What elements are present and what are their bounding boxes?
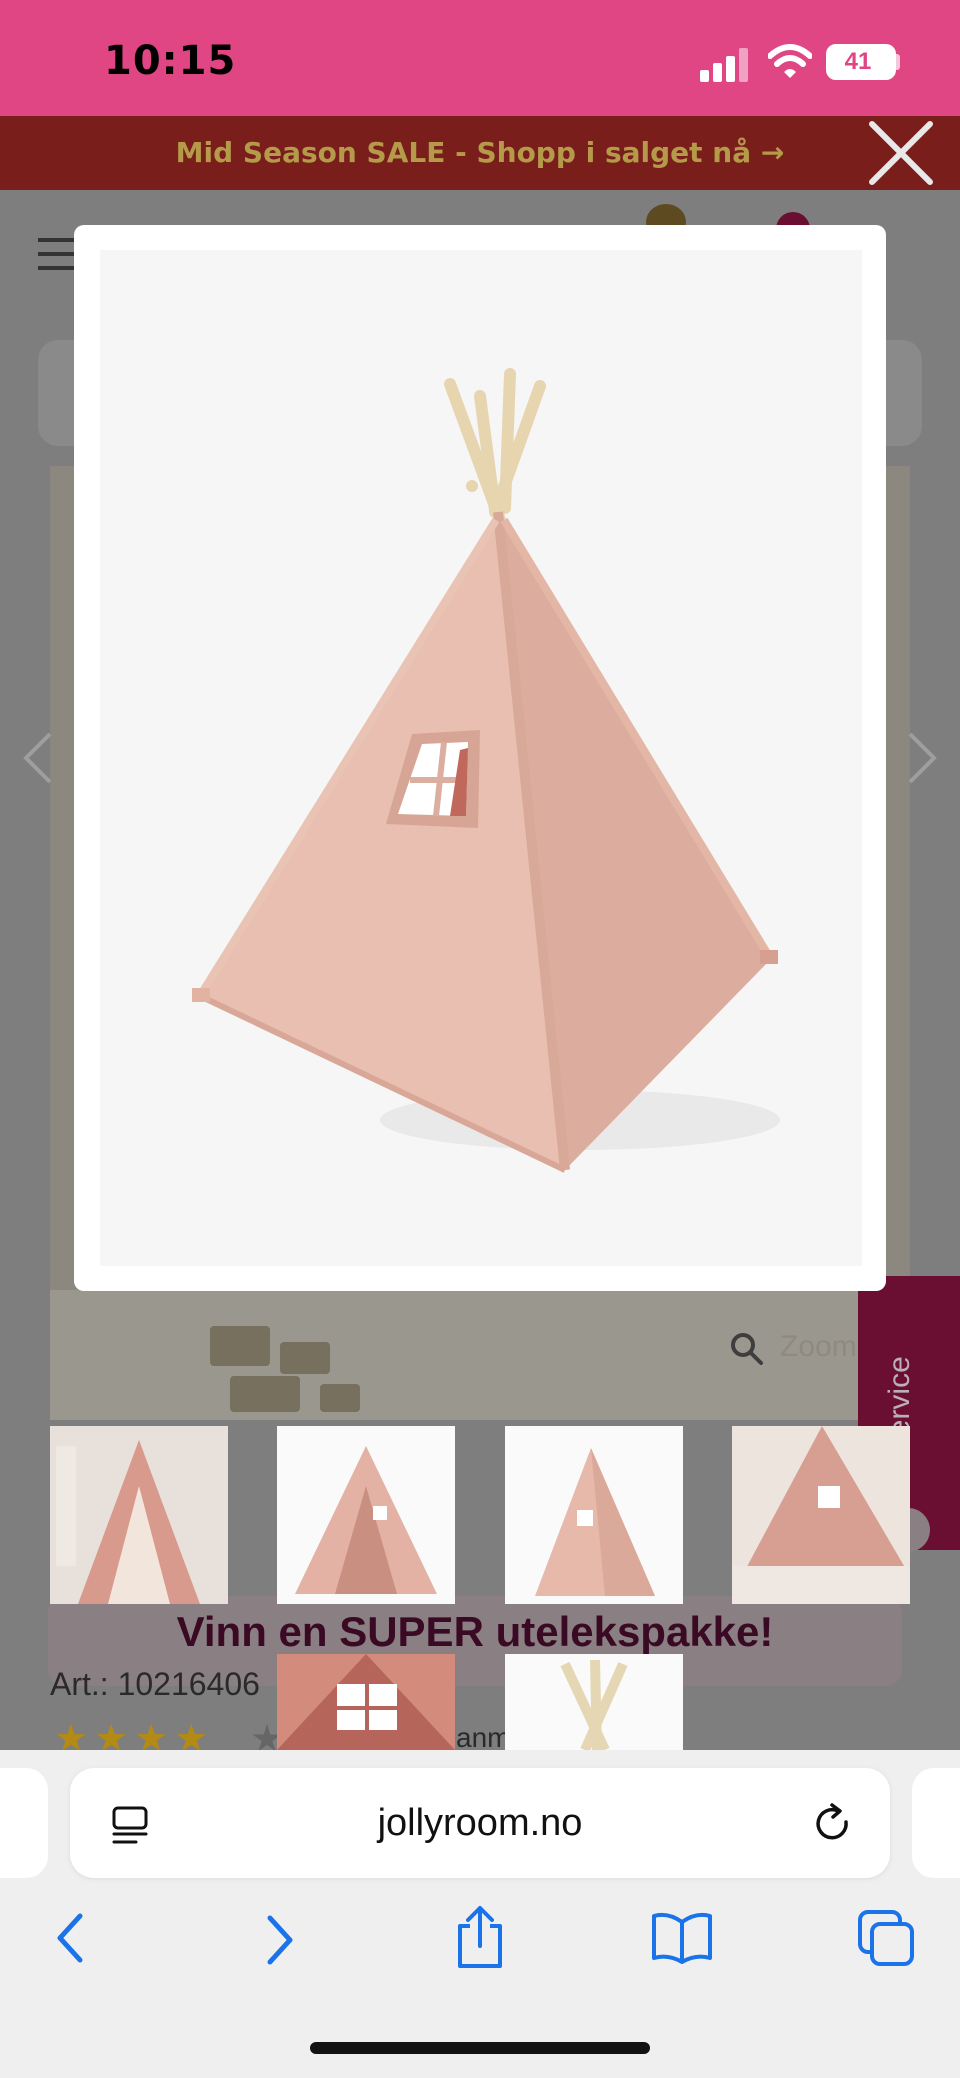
close-icon[interactable] bbox=[864, 116, 938, 190]
sale-banner[interactable]: Mid Season SALE - Shopp i salget nå → bbox=[0, 116, 960, 190]
lightbox-product-image[interactable] bbox=[100, 250, 862, 1266]
next-image-arrow-icon[interactable] bbox=[902, 728, 942, 788]
battery-icon: 41 bbox=[826, 44, 896, 80]
thumbnail-1[interactable] bbox=[50, 1426, 228, 1604]
zoom-label[interactable]: Zoom bbox=[780, 1330, 857, 1364]
wifi-icon bbox=[768, 44, 812, 78]
share-icon[interactable] bbox=[452, 1904, 508, 1970]
sale-banner-text[interactable]: Mid Season SALE - Shopp i salget nå → bbox=[0, 116, 960, 190]
thumbnail-5[interactable] bbox=[277, 1654, 455, 1750]
reload-icon[interactable] bbox=[812, 1802, 856, 1846]
forward-arrow-icon[interactable] bbox=[258, 1912, 302, 1968]
url-text[interactable]: jollyroom.no bbox=[70, 1768, 890, 1878]
status-time: 10:15 bbox=[104, 38, 237, 84]
battery-level: 41 bbox=[844, 48, 872, 75]
home-indicator bbox=[310, 2042, 650, 2054]
thumbnail-3[interactable] bbox=[505, 1426, 683, 1604]
thumbnail-6[interactable] bbox=[505, 1654, 683, 1750]
article-number: Art.: 10216406 bbox=[50, 1666, 260, 1702]
cellular-signal-icon bbox=[700, 48, 750, 82]
bookmarks-icon[interactable] bbox=[650, 1910, 714, 1966]
next-tab-peek[interactable] bbox=[912, 1768, 960, 1878]
previous-image-arrow-icon[interactable] bbox=[18, 728, 58, 788]
tabs-icon[interactable] bbox=[856, 1908, 916, 1968]
thumbnail-4[interactable] bbox=[732, 1426, 910, 1604]
zoom-icon[interactable] bbox=[728, 1330, 764, 1366]
thumbnail-2[interactable] bbox=[277, 1426, 455, 1604]
promo-text[interactable]: Vinn en SUPER utelekspakke! bbox=[48, 1596, 902, 1668]
back-arrow-icon[interactable] bbox=[50, 1910, 94, 1966]
battery-tip bbox=[894, 54, 900, 70]
previous-tab-peek[interactable] bbox=[0, 1768, 48, 1878]
address-bar[interactable]: jollyroom.no bbox=[70, 1768, 890, 1878]
hamburger-menu-icon[interactable] bbox=[38, 238, 78, 270]
